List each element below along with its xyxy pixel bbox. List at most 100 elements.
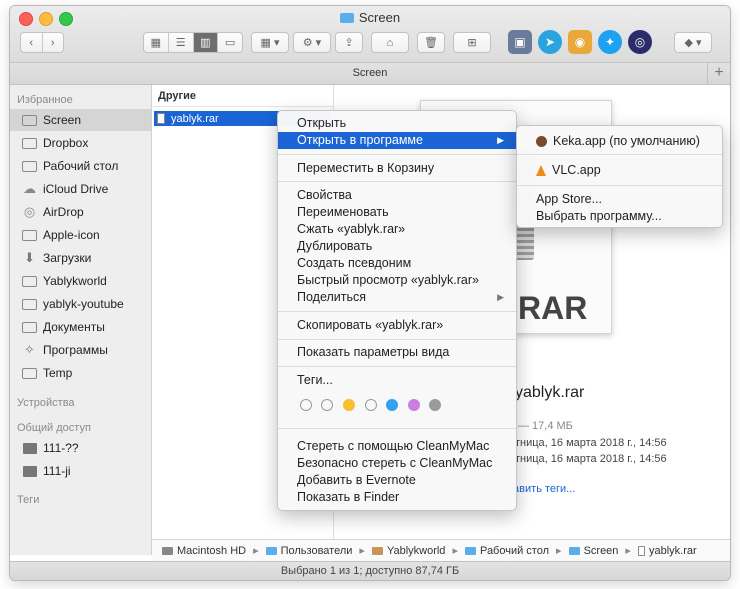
sidebar-item-yablykworld[interactable]: Yablykworld <box>10 270 151 292</box>
window-title: Screen <box>10 10 730 25</box>
folder-icon <box>22 275 37 288</box>
group-icon[interactable]: ▦ ▾ <box>251 32 289 53</box>
new-folder-icon[interactable]: ⊞ <box>453 32 491 53</box>
app-shortcut-icon[interactable]: ▣ <box>508 30 532 54</box>
folder-icon <box>265 546 277 555</box>
folder-icon <box>22 160 37 173</box>
telegram-icon[interactable]: ➤ <box>538 30 562 54</box>
preview-modified: тница, 16 марта 2018 г., 14:56 <box>515 453 667 465</box>
folder-icon <box>339 13 354 23</box>
submenu-item-choose-app[interactable]: Выбрать программу... <box>517 208 722 225</box>
menu-item-cleanmymac-erase[interactable]: Стереть с помощью CleanMyMac <box>278 438 516 455</box>
sidebar-item-airdrop[interactable]: ◎ AirDrop <box>10 201 151 223</box>
sidebar-item-dropbox[interactable]: Dropbox <box>10 132 151 154</box>
folder-icon <box>22 298 37 311</box>
sidebar-item-yablyk-youtube[interactable]: yablyk-youtube <box>10 293 151 315</box>
menu-item-share[interactable]: Поделиться ▶ <box>278 289 516 306</box>
menu-item-cleanmymac-secure[interactable]: Безопасно стереть с CleanMyMac <box>278 455 516 472</box>
path-item[interactable]: Пользователи <box>265 545 352 557</box>
sidebar-item-apple-icon[interactable]: Apple-icon <box>10 224 151 246</box>
menu-item-move-to-trash[interactable]: Переместить в Корзину <box>278 160 516 177</box>
keka-icon <box>536 136 547 147</box>
sidebar-item-desktop[interactable]: Рабочий стол <box>10 155 151 177</box>
preview-badge: RAR <box>518 290 588 326</box>
menu-item-copy[interactable]: Скопировать «yablyk.rar» <box>278 317 516 334</box>
menu-separator <box>278 339 516 340</box>
status-bar: Выбрано 1 из 1; доступно 87,74 ГБ <box>10 561 730 580</box>
icon-view-icon[interactable]: ▦ <box>144 33 169 52</box>
sidebar-item-screen[interactable]: Screen <box>10 109 151 131</box>
add-tags-link[interactable]: бавить теги... <box>507 483 575 495</box>
photo-app-icon[interactable]: ◉ <box>568 30 592 54</box>
trash-icon[interactable]: 🗑 <box>417 32 445 53</box>
siri-icon[interactable]: ◎ <box>628 30 652 54</box>
home-icon <box>371 546 383 555</box>
menu-item-quick-look[interactable]: Быстрый просмотр «yablyk.rar» <box>278 272 516 289</box>
tag-color-yellow[interactable] <box>343 399 355 411</box>
sidebar-item-shared-2[interactable]: 111-ji <box>10 460 151 482</box>
back-icon[interactable]: ‹ <box>21 33 43 52</box>
column-header: Другие <box>152 85 333 107</box>
path-item[interactable]: Screen <box>568 545 618 557</box>
coverflow-view-icon[interactable]: ▭ <box>218 33 242 52</box>
sidebar-item-applications[interactable]: ✧ Программы <box>10 339 151 361</box>
sidebar-item-documents[interactable]: Документы <box>10 316 151 338</box>
tag-color-none[interactable] <box>321 399 333 411</box>
dropbox-icon[interactable]: ◆ ▾ <box>674 32 712 53</box>
gear-icon[interactable]: ⚙ ▾ <box>293 32 331 53</box>
tag-color-none[interactable] <box>365 399 377 411</box>
computer-icon <box>22 442 37 455</box>
tag-color-blue[interactable] <box>386 399 398 411</box>
column-view-icon[interactable]: ▥ <box>193 33 219 52</box>
preview-size: — 17,4 МБ <box>518 420 573 432</box>
preview-created: тница, 16 марта 2018 г., 14:56 <box>515 437 667 449</box>
tag-color-none[interactable] <box>300 399 312 411</box>
menu-item-make-alias[interactable]: Создать псевдоним <box>278 255 516 272</box>
path-item[interactable]: Yablykworld <box>371 545 445 557</box>
tag-icon[interactable]: ⌂ <box>371 32 409 53</box>
menu-item-tags[interactable]: Теги... <box>278 372 516 389</box>
menu-separator <box>278 154 516 155</box>
tag-color-purple[interactable] <box>408 399 420 411</box>
sidebar: Избранное Screen Dropbox Рабочий стол ☁ i… <box>10 85 152 555</box>
menu-item-open-with[interactable]: Открыть в программе ▶ <box>278 132 516 149</box>
share-icon[interactable]: ⇪ <box>335 32 363 53</box>
sidebar-section-devices: Устройства <box>17 397 75 409</box>
menu-item-rename[interactable]: Переименовать <box>278 204 516 221</box>
title-bar: Screen ‹ › ▦ ☰ ▥ ▭ ▦ ▾ ⚙ ▾ ⇪ ⌂ 🗑 ⊞ ▣ ➤ ◉… <box>10 6 730 63</box>
menu-item-compress[interactable]: Сжать «yablyk.rar» <box>278 221 516 238</box>
submenu-item-keka[interactable]: Keka.app (по умолчанию) <box>517 133 722 150</box>
path-item[interactable]: Рабочий стол <box>464 545 549 557</box>
menu-item-open[interactable]: Открыть <box>278 115 516 132</box>
disk-icon <box>162 546 173 555</box>
menu-item-show-in-finder[interactable]: Показать в Finder <box>278 489 516 506</box>
list-view-icon[interactable]: ☰ <box>169 33 194 52</box>
submenu-item-app-store[interactable]: App Store... <box>517 191 722 208</box>
chevron-right-icon: ▸ <box>556 545 562 557</box>
path-item[interactable]: yablyk.rar <box>637 545 697 557</box>
back-forward-control: ‹ › <box>20 32 64 53</box>
archive-icon <box>637 545 645 556</box>
chevron-right-icon: ▸ <box>452 545 458 557</box>
menu-separator <box>278 428 516 429</box>
tag-color-gray[interactable] <box>429 399 441 411</box>
menu-item-evernote[interactable]: Добавить в Evernote <box>278 472 516 489</box>
folder-icon <box>22 229 37 242</box>
sidebar-item-shared-1[interactable]: 111-?? <box>10 437 151 459</box>
new-tab-button[interactable]: + <box>707 63 730 84</box>
chevron-right-icon: ▸ <box>253 545 259 557</box>
path-item[interactable]: Macintosh HD <box>162 545 246 557</box>
sidebar-item-temp[interactable]: Temp <box>10 362 151 384</box>
menu-item-view-options[interactable]: Показать параметры вида <box>278 344 516 361</box>
menu-separator <box>517 185 722 186</box>
submenu-item-vlc[interactable]: VLC.app <box>517 162 722 179</box>
airdrop-icon: ◎ <box>23 204 36 219</box>
menu-item-properties[interactable]: Свойства <box>278 187 516 204</box>
archive-icon <box>157 113 165 124</box>
folder-icon <box>464 546 476 555</box>
twitter-icon[interactable]: ✦ <box>598 30 622 54</box>
forward-icon[interactable]: › <box>43 33 64 52</box>
menu-item-duplicate[interactable]: Дублировать <box>278 238 516 255</box>
sidebar-item-icloud[interactable]: ☁ iCloud Drive <box>10 178 151 200</box>
sidebar-item-downloads[interactable]: ⬇ Загрузки <box>10 247 151 269</box>
